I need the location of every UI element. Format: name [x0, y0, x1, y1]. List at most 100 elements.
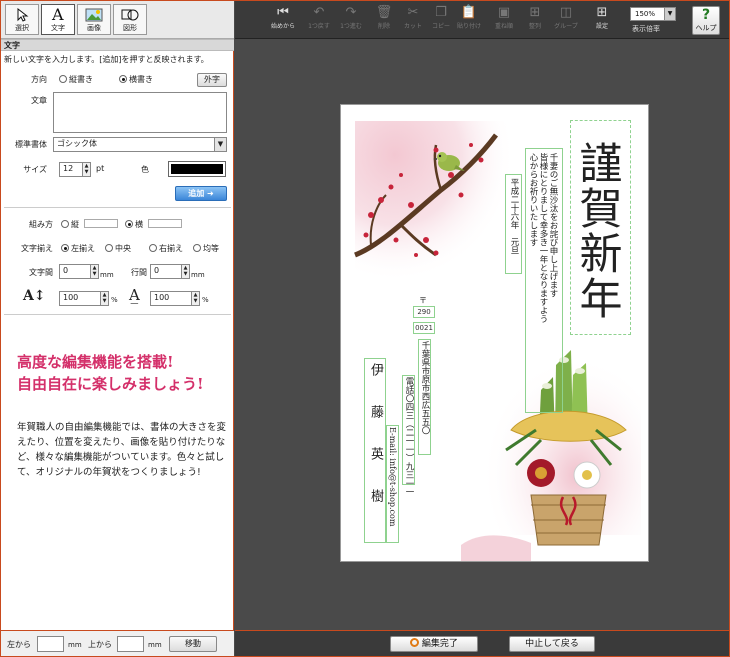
direction-label: 方向 — [31, 75, 47, 84]
char-spacing-unit: mm — [100, 271, 114, 279]
size-label: サイズ — [23, 165, 47, 174]
align-icon: ⊞ — [529, 5, 541, 20]
text-input[interactable] — [53, 92, 227, 133]
direction-horizontal-radio[interactable] — [119, 75, 127, 83]
finish-edit-button[interactable]: 編集完了 — [390, 636, 478, 652]
image-icon — [85, 8, 103, 22]
copy-button[interactable]: ❐ コピー — [426, 5, 456, 37]
move-button[interactable]: 移動 — [169, 636, 217, 652]
kumi-vertical-radio[interactable] — [61, 220, 69, 228]
font-label: 標準書体 — [15, 140, 47, 149]
instruction-text: 新しい文字を入力します。[追加]を押すと反映されます。 — [4, 55, 209, 64]
char-spacing-input[interactable]: 0 ▲ ▼ — [59, 264, 99, 279]
align-label: 文字揃え — [21, 244, 53, 253]
chevron-down-icon: ▼ — [664, 8, 675, 20]
message-line1[interactable]: 千妻のご無沙汰をお詫び申し上げます — [547, 153, 558, 298]
size-input[interactable]: 12 ▲ ▼ — [59, 162, 91, 177]
undo-button[interactable]: ↶ 1つ戻す — [304, 5, 334, 37]
grid-icon: ⊞ — [596, 5, 608, 20]
size-stepper[interactable]: ▲ ▼ — [82, 163, 90, 176]
direction-vertical-text: 縦書き — [69, 75, 93, 84]
line-spacing-input[interactable]: 0 ▲ ▼ — [150, 264, 190, 279]
cursor-icon — [17, 8, 29, 22]
kumi-horizontal-option[interactable]: 横 — [125, 219, 182, 231]
direction-horizontal-option[interactable]: 横書き — [119, 74, 153, 86]
from-left-label: 左から — [7, 640, 31, 649]
width-percent-stepper[interactable]: ▲ ▼ — [100, 292, 108, 305]
align-left-option[interactable]: 左揃え — [61, 243, 95, 255]
position-bar: 左から mm 上から mm 移動 — [1, 630, 234, 656]
help-button[interactable]: ? ヘルプ — [692, 6, 720, 35]
direction-horizontal-text: 横書き — [129, 75, 153, 84]
email-text[interactable]: E-mail: info@t-shop.com — [387, 427, 398, 526]
text-tool-button[interactable]: A 文字 — [41, 4, 75, 35]
height-percent-input[interactable]: 100 ▲ ▼ — [150, 291, 200, 306]
size-unit: pt — [96, 164, 105, 173]
kumi-vertical-option[interactable]: 縦 — [61, 219, 118, 231]
promo-heading: 高度な編集機能を搭載! 自由自在に楽しみましょう! — [17, 351, 227, 395]
sender-name[interactable]: 伊藤英樹 — [367, 363, 383, 531]
add-button[interactable]: 追加 ➜ — [175, 186, 227, 201]
align-center-option[interactable]: 中央 — [105, 243, 131, 255]
arrow-right-icon: ➜ — [207, 189, 214, 198]
image-tool-button[interactable]: 画像 — [77, 4, 111, 35]
layer-order-button[interactable]: ▣ 重ね順 — [489, 5, 519, 37]
address-text[interactable]: 千葉県市原市西広五五〇 — [419, 341, 430, 435]
from-top-unit: mm — [148, 641, 162, 649]
direction-vertical-radio[interactable] — [59, 75, 67, 83]
font-select[interactable]: ゴシック体 ▼ — [53, 137, 227, 152]
kumi-horizontal-radio[interactable] — [125, 220, 133, 228]
settings-button[interactable]: ⊞ 設定 — [587, 5, 617, 37]
char-height-icon: A̲ — [129, 286, 140, 304]
image-tool-label: 画像 — [87, 24, 101, 32]
align-right-text: 右揃え — [159, 244, 183, 253]
align-center-radio[interactable] — [105, 244, 113, 252]
from-left-input[interactable] — [37, 636, 64, 652]
from-left-unit: mm — [68, 641, 82, 649]
align-justify-radio[interactable] — [193, 244, 201, 252]
color-swatch[interactable] — [168, 161, 226, 177]
trash-icon: 🗑 — [375, 5, 393, 20]
postcard-canvas[interactable]: 謹賀新年 千妻のご無沙汰をお詫び申し上げます 皆様にとりまして幸多き一年となりま… — [340, 104, 649, 562]
divider — [4, 207, 231, 208]
circle-icon — [410, 638, 420, 647]
align-left-radio[interactable] — [61, 244, 69, 252]
align-justify-option[interactable]: 均等 — [193, 243, 219, 255]
redo-button[interactable]: ↷ 1つ進む — [336, 5, 366, 37]
undo-icon: ↶ — [313, 5, 325, 20]
delete-button[interactable]: 🗑 削除 — [369, 5, 399, 37]
direction-vertical-option[interactable]: 縦書き — [59, 74, 93, 86]
width-percent-input[interactable]: 100 ▲ ▼ — [59, 291, 109, 306]
postal-code2[interactable]: 0021 — [413, 322, 435, 334]
align-button[interactable]: ⊞ 整列 — [520, 5, 550, 37]
main-toolbar: ⏮ 始めから ↶ 1つ戻す ↷ 1つ進む 🗑 削除 ✂ カット ❐ コピー 📋 貼り付け ▣ 重… — [235, 1, 729, 39]
height-percent-stepper[interactable]: ▲ ▼ — [191, 292, 199, 305]
align-toolbar-label: 整列 — [528, 23, 541, 30]
vertical-layout-icon — [83, 219, 118, 228]
date-line[interactable]: 平成二十六年 元旦 — [508, 178, 519, 255]
redo-icon: ↷ — [345, 5, 357, 20]
kumi-label: 組み方 — [29, 220, 53, 229]
promo-description: 年賀職人の自由編集機能では、書体の大きさを変えたり、位置を変えたり、画像を貼り付… — [17, 422, 227, 478]
gaiji-button[interactable]: 外字 — [197, 73, 227, 87]
align-right-option[interactable]: 右揃え — [149, 243, 183, 255]
postal-code1[interactable]: 290 — [413, 306, 435, 318]
message-line2[interactable]: 皆様にとりまして幸多き一年となりますよう — [537, 153, 548, 323]
phone-text[interactable]: 電話〇四三（二一一）九三一一 — [403, 377, 414, 496]
line-spacing-stepper[interactable]: ▲ ▼ — [181, 265, 189, 278]
group-icon: ◫ — [559, 5, 573, 20]
cancel-return-button[interactable]: 中止して戻る — [509, 636, 595, 652]
shape-tool-button[interactable]: 図形 — [113, 4, 147, 35]
from-top-input[interactable] — [117, 636, 144, 652]
rewind-button[interactable]: ⏮ 始めから — [268, 5, 298, 37]
tool-palette: 選択 A 文字 画像 図形 — [1, 1, 234, 39]
from-top-label: 上から — [88, 640, 112, 649]
char-spacing-stepper[interactable]: ▲ ▼ — [90, 265, 98, 278]
message-line3[interactable]: 心からお祈りいたします — [527, 153, 538, 247]
zoom-select[interactable]: 150% ▼ — [630, 7, 676, 21]
cut-button[interactable]: ✂ カット — [398, 5, 428, 37]
select-tool-button[interactable]: 選択 — [5, 4, 39, 35]
paste-button[interactable]: 📋 貼り付け — [454, 5, 484, 37]
align-right-radio[interactable] — [149, 244, 157, 252]
group-button[interactable]: ◫ グループ — [551, 5, 581, 37]
